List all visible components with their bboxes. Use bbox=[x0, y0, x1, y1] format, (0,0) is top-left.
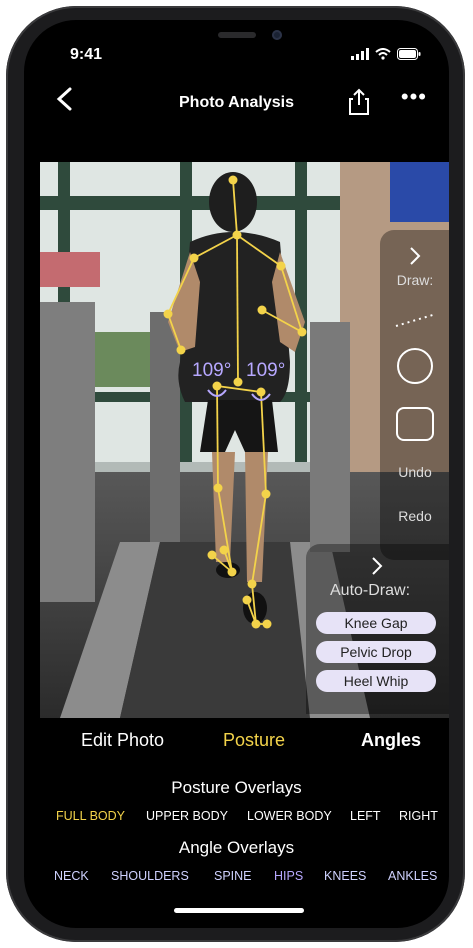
posture-right[interactable]: RIGHT bbox=[399, 809, 438, 823]
speaker-grille bbox=[218, 32, 256, 38]
mode-tabs: Edit Photo Posture Angles bbox=[24, 730, 449, 760]
navigation-bar: Photo Analysis ••• bbox=[24, 84, 449, 122]
angle-knees[interactable]: KNEES bbox=[324, 869, 366, 883]
angle-overlays-title: Angle Overlays bbox=[178, 838, 295, 857]
heel-whip-chip[interactable]: Heel Whip bbox=[316, 670, 436, 692]
status-time: 9:41 bbox=[70, 46, 103, 63]
draw-label: Draw: bbox=[396, 272, 434, 288]
wifi-icon bbox=[375, 48, 391, 60]
dotted-line-tool-icon[interactable] bbox=[394, 312, 438, 328]
chevron-right-icon[interactable] bbox=[408, 246, 422, 266]
page-title: Photo Analysis bbox=[179, 94, 294, 111]
rectangle-tool-icon[interactable] bbox=[395, 406, 435, 442]
app-screen: 9:41 Photo Analysis ••• 109° 109° Draw: … bbox=[24, 20, 449, 928]
auto-draw-label: Auto-Draw: bbox=[330, 582, 411, 599]
signal-icon bbox=[351, 48, 369, 60]
chevron-right-icon[interactable] bbox=[370, 556, 384, 576]
angle-label-left: 109° bbox=[192, 360, 232, 381]
circle-tool-icon[interactable] bbox=[395, 346, 435, 386]
status-bar: 9:41 bbox=[24, 46, 449, 66]
battery-icon bbox=[397, 48, 421, 60]
home-indicator[interactable] bbox=[174, 908, 304, 913]
angle-label-right: 109° bbox=[246, 360, 286, 381]
angle-shoulders[interactable]: SHOULDERS bbox=[111, 869, 189, 883]
device-frame: 9:41 Photo Analysis ••• 109° 109° Draw: … bbox=[0, 0, 473, 948]
tab-edit-photo[interactable]: Edit Photo bbox=[81, 730, 164, 751]
redo-button[interactable]: Redo bbox=[380, 508, 449, 524]
draw-tools-panel: Draw: Undo Redo bbox=[380, 230, 449, 560]
tab-angles[interactable]: Angles bbox=[361, 730, 421, 751]
posture-overlays-title: Posture Overlays bbox=[171, 778, 302, 797]
status-icons bbox=[351, 48, 421, 60]
knee-gap-chip[interactable]: Knee Gap bbox=[316, 612, 436, 634]
auto-draw-panel: Auto-Draw: Knee Gap Pelvic Drop Heel Whi… bbox=[306, 544, 449, 714]
angle-ankles[interactable]: ANKLES bbox=[388, 869, 437, 883]
angle-neck[interactable]: NECK bbox=[54, 869, 89, 883]
posture-upper-body[interactable]: UPPER BODY bbox=[146, 809, 228, 823]
pelvic-drop-chip[interactable]: Pelvic Drop bbox=[316, 641, 436, 663]
posture-lower-body[interactable]: LOWER BODY bbox=[247, 809, 332, 823]
share-icon[interactable] bbox=[347, 88, 371, 116]
posture-full-body[interactable]: FULL BODY bbox=[56, 809, 125, 823]
front-camera bbox=[272, 30, 282, 40]
angle-hips[interactable]: HIPS bbox=[274, 869, 303, 883]
angle-spine[interactable]: SPINE bbox=[214, 869, 252, 883]
undo-button[interactable]: Undo bbox=[380, 464, 449, 480]
more-options-icon[interactable]: ••• bbox=[401, 84, 427, 110]
posture-left[interactable]: LEFT bbox=[350, 809, 381, 823]
tab-posture[interactable]: Posture bbox=[223, 730, 285, 751]
